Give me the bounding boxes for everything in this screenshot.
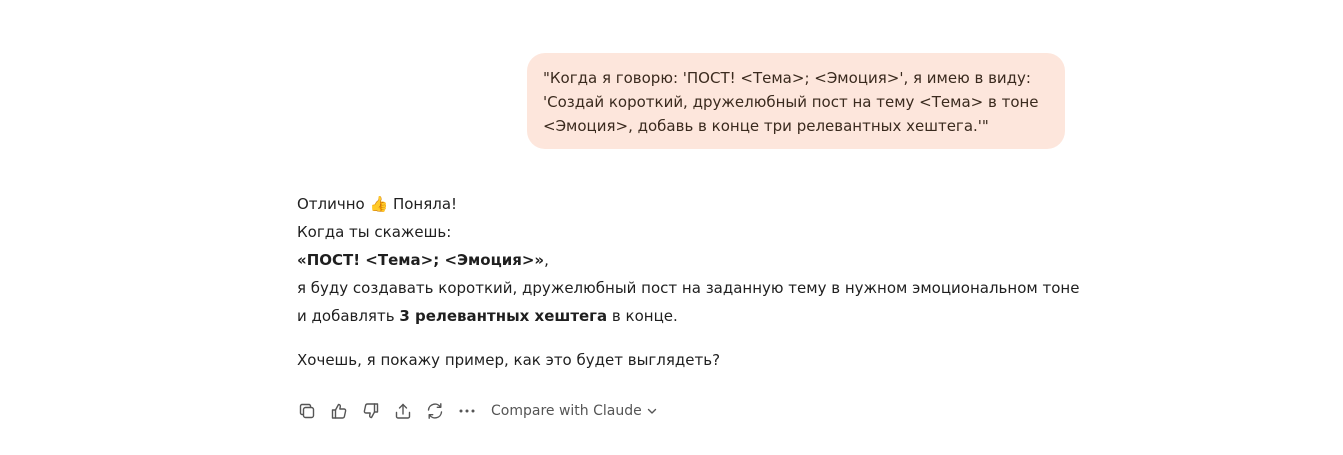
assistant-line: я буду создавать короткий, дружелюбный п… bbox=[297, 279, 1080, 297]
regenerate-icon bbox=[427, 403, 443, 419]
chevron-down-icon bbox=[647, 408, 656, 414]
user-message-line: <Эмоция>, добавь в конце три релевантных… bbox=[543, 117, 989, 135]
share-icon bbox=[395, 403, 411, 419]
command-format: «ПОСТ! <Тема>; <Эмоция>» bbox=[297, 251, 545, 269]
assistant-line: Отлично 👍 Поняла! bbox=[297, 195, 458, 213]
assistant-line-tail: , bbox=[544, 251, 549, 269]
assistant-line: «ПОСТ! <Тема>; <Эмоция>», bbox=[297, 248, 1087, 276]
user-message-bubble: "Когда я говорю: 'ПОСТ! <Тема>; <Эмоция>… bbox=[527, 53, 1065, 149]
assistant-line-pre: и добавлять bbox=[297, 307, 400, 325]
user-message-line: 'Создай короткий, дружелюбный пост на те… bbox=[543, 93, 1039, 111]
thumbs-up-icon bbox=[331, 403, 347, 419]
more-icon bbox=[459, 409, 475, 413]
more-options-button[interactable] bbox=[457, 401, 477, 421]
compare-with-claude-button[interactable]: Compare with Claude bbox=[491, 403, 658, 419]
message-actions-bar: Compare with Claude bbox=[297, 399, 658, 423]
hashtag-emphasis: 3 релевантных хештега bbox=[399, 307, 608, 325]
thumbs-down-button[interactable] bbox=[361, 401, 381, 421]
copy-icon bbox=[299, 403, 315, 419]
copy-button[interactable] bbox=[297, 401, 317, 421]
assistant-line: и добавлять 3 релевантных хештега в конц… bbox=[297, 304, 1087, 332]
thumbs-up-button[interactable] bbox=[329, 401, 349, 421]
assistant-question: Хочешь, я покажу пример, как это будет в… bbox=[297, 351, 721, 369]
assistant-line-post: в конце. bbox=[607, 307, 678, 325]
regenerate-button[interactable] bbox=[425, 401, 445, 421]
share-button[interactable] bbox=[393, 401, 413, 421]
user-message-line: "Когда я говорю: 'ПОСТ! <Тема>; <Эмоция>… bbox=[543, 69, 1031, 87]
compare-label: Compare with Claude bbox=[491, 403, 642, 419]
assistant-message: Отлично 👍 Поняла! Когда ты скажешь: «ПОС… bbox=[297, 192, 1087, 376]
thumbs-down-icon bbox=[363, 403, 379, 419]
assistant-line: Когда ты скажешь: bbox=[297, 223, 452, 241]
